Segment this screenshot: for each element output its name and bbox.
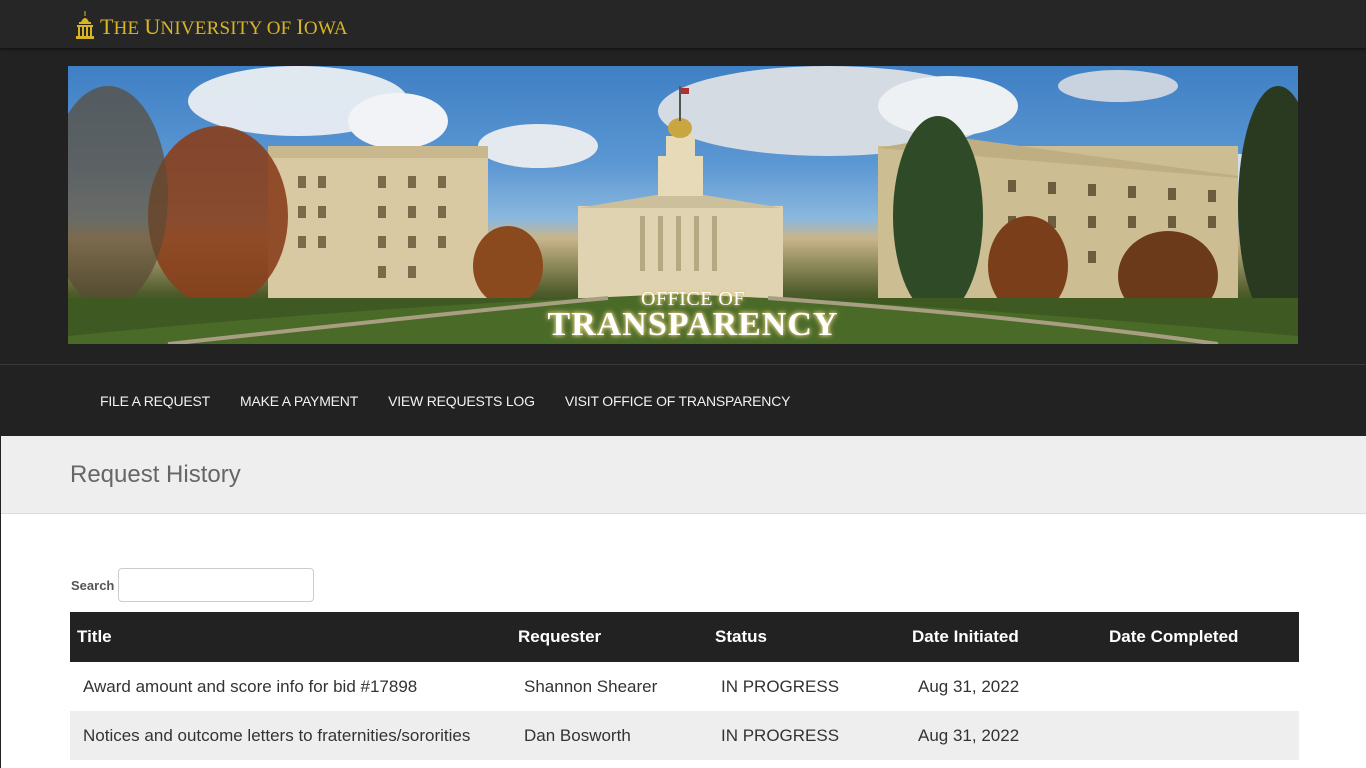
column-header-date-initiated[interactable]: Date Initiated [905,612,1102,662]
nav-visit-office-of-transparency[interactable]: VISIT OFFICE OF TRANSPARENCY [550,393,805,409]
cell-date-initiated: Aug 31, 2022 [918,676,1020,696]
request-history-table: Title Requester Status Date Initiated Da… [70,612,1299,760]
search-row: Search [70,568,1366,602]
cell-date-completed [1102,662,1299,711]
nav-view-requests-log[interactable]: VIEW REQUESTS LOG [373,393,550,409]
hero-section: OFFICE OF TRANSPARENCY [0,48,1366,364]
column-header-status[interactable]: Status [708,612,905,662]
column-header-date-completed[interactable]: Date Completed [1102,612,1299,662]
cell-status: IN PROGRESS [721,676,840,696]
column-header-requester[interactable]: Requester [511,612,708,662]
hero-banner-image: OFFICE OF TRANSPARENCY [68,66,1298,344]
cell-title[interactable]: Notices and outcome letters to fraternit… [70,711,511,760]
hero-title-transparency: TRANSPARENCY [547,306,839,343]
main-nav: FILE A REQUEST MAKE A PAYMENT VIEW REQUE… [0,364,1366,436]
table-row[interactable]: Award amount and score info for bid #178… [70,662,1299,711]
nav-make-a-payment[interactable]: MAKE A PAYMENT [225,393,373,409]
university-name: THE UNIVERSITY OF IOWA [100,14,348,39]
page-title: Request History [70,460,241,488]
search-input[interactable] [118,568,315,602]
table-row[interactable]: Notices and outcome letters to fraternit… [70,711,1299,760]
cell-status: IN PROGRESS [708,711,905,760]
column-header-title[interactable]: Title [70,612,511,662]
old-capitol-dome-icon [76,11,94,39]
cell-date-initiated: Aug 31, 2022 [905,711,1102,760]
cell-requester: Shannon Shearer [524,676,658,696]
cell-requester: Dan Bosworth [511,711,708,760]
cell-title[interactable]: Award amount and score info for bid #178… [70,662,511,711]
table-header-row: Title Requester Status Date Initiated Da… [70,612,1299,662]
page-header: Request History [1,436,1366,514]
search-label: Search [71,577,115,593]
top-bar: THE UNIVERSITY OF IOWA [0,0,1366,48]
university-logo-link[interactable]: THE UNIVERSITY OF IOWA [76,11,348,39]
main-content: Search Title Requester Status Date Initi… [1,514,1366,768]
cell-date-completed [1102,711,1299,760]
nav-file-a-request[interactable]: FILE A REQUEST [85,393,225,409]
